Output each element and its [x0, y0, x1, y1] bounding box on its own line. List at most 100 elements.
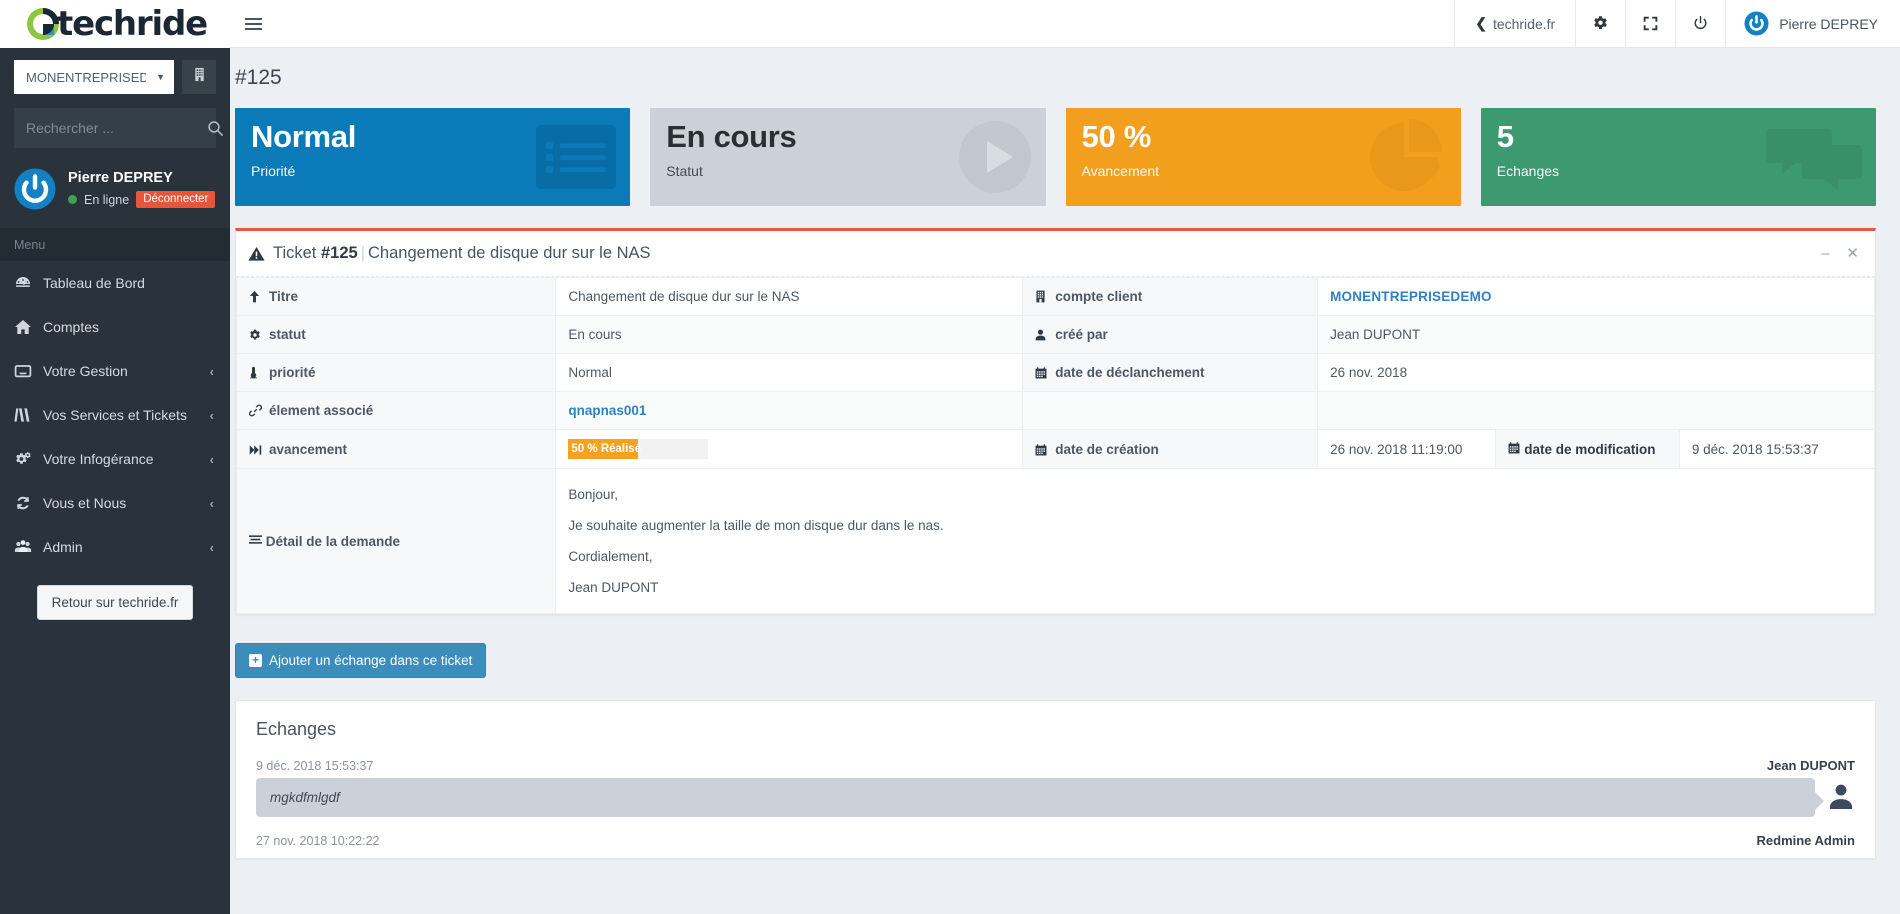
row-label-cree-par: créé par [1022, 315, 1319, 354]
sidebar-item-label: Admin [43, 539, 83, 555]
comments-icon [1766, 123, 1862, 191]
fullscreen-button[interactable] [1625, 0, 1675, 47]
refresh-icon [14, 494, 32, 512]
row-label-text: date de création [1055, 441, 1159, 457]
exchange-item: 9 déc. 2018 15:53:37 Jean DUPONT mgkdfml… [256, 758, 1855, 817]
row-label-avancement: avancement [235, 429, 557, 469]
services-icon [14, 406, 32, 424]
add-exchange-button[interactable]: + Ajouter un échange dans ce ticket [235, 643, 487, 678]
card-echanges[interactable]: 5 Echanges [1480, 108, 1876, 206]
exchange-author: Redmine Admin [1756, 833, 1855, 848]
row-value-element-associe: qnapnas001 [555, 391, 1024, 430]
sidebar-item-label: Comptes [43, 319, 100, 335]
row-creation-modification: 26 nov. 2018 11:19:00 date de modificati… [1317, 429, 1875, 469]
sidebar-item-comptes[interactable]: Comptes [0, 305, 230, 349]
row-label-text: Détail de la demande [265, 533, 401, 549]
account-building-button[interactable] [182, 60, 216, 94]
top-bar: techride ❮ techride.fr Pierre DEPREY [0, 0, 1900, 48]
row-label-statut: statut [235, 315, 557, 354]
home-icon [14, 318, 32, 336]
row-label-text: compte client [1055, 289, 1143, 304]
building-icon [192, 67, 207, 87]
account-select-value: MONENTREPRISEDEMO [26, 69, 146, 85]
sidebar-item-vous-et-nous[interactable]: Vous et Nous ‹ [0, 481, 230, 525]
row-value-date-declanchement: 26 nov. 2018 [1317, 353, 1875, 392]
minimize-icon[interactable]: – [1821, 246, 1829, 261]
online-status-dot [68, 195, 77, 204]
inbox-icon [14, 362, 32, 380]
exchange-item-partial: 27 nov. 2018 10:22:22 Redmine Admin [256, 833, 1855, 848]
row-value-priorite: Normal [555, 353, 1024, 392]
sidebar-item-chevron: ‹ [209, 363, 214, 379]
expand-icon [1642, 15, 1659, 32]
brand-logo[interactable]: techride [0, 0, 230, 48]
sidebar-item-admin[interactable]: Admin ‹ [0, 525, 230, 569]
chevron-down-icon: ▼ [156, 72, 165, 82]
detail-line: Jean DUPONT [568, 580, 659, 595]
calendar-icon [1035, 443, 1050, 456]
sidebar-item-votre-infogerance[interactable]: Votre Infogérance ‹ [0, 437, 230, 481]
compte-client-link[interactable]: MONENTREPRISEDEMO [1330, 289, 1492, 304]
main-content: #125 Normal Priorité En cours Statut 50 … [230, 48, 1900, 914]
ticket-id: #125 [321, 244, 358, 262]
search-icon[interactable] [207, 120, 224, 137]
row-label-text: élement associé [269, 403, 374, 418]
gear-icon [249, 329, 264, 341]
search-input[interactable] [26, 120, 207, 136]
row-value-detail-demande: Bonjour, Je souhaite augmenter la taille … [555, 468, 1875, 614]
user-power-logo-icon [1744, 11, 1769, 36]
sidebar-item-votre-gestion[interactable]: Votre Gestion ‹ [0, 349, 230, 393]
progress-bar-fill: 50 % Réalisé [568, 439, 641, 459]
sidebar-item-tableau-de-bord[interactable]: Tableau de Bord [0, 261, 230, 305]
sidebar-item-label: Vos Services et Tickets [43, 407, 187, 423]
row-value-compte-client: MONENTREPRISEDEMO [1317, 277, 1875, 316]
account-select[interactable]: MONENTREPRISEDEMO ▼ [14, 60, 174, 94]
table-row: élement associé qnapnas001 [235, 391, 1875, 430]
card-priorite[interactable]: Normal Priorité [235, 108, 631, 206]
ticket-prefix: Ticket [273, 244, 317, 262]
arrow-up-icon [249, 290, 264, 303]
back-to-techride-button[interactable]: Retour sur techride.fr [36, 585, 194, 620]
element-associe-link[interactable]: qnapnas001 [568, 403, 646, 418]
row-label-text: avancement [269, 441, 348, 457]
user-menu[interactable]: Pierre DEPREY [1725, 0, 1900, 47]
ticket-subject: Changement de disque dur sur le NAS [368, 244, 651, 262]
forward-icon [249, 444, 264, 456]
row-empty-cell [1317, 391, 1875, 430]
sidebar-item-vos-services-et-tickets[interactable]: Vos Services et Tickets ‹ [0, 393, 230, 437]
users-icon [14, 538, 32, 556]
sidebar: MONENTREPRISEDEMO ▼ [0, 48, 230, 914]
building-icon [1035, 290, 1050, 303]
hamburger-icon[interactable] [230, 0, 276, 47]
ticket-panel-title: Ticket #125 | Changement de disque dur sur… [273, 244, 651, 262]
exchange-message: mgkdfmlgdf [256, 778, 1824, 817]
search-container [14, 108, 223, 148]
row-label-date-modification: date de modification [1495, 430, 1680, 468]
ticket-panel-header: Ticket #125 | Changement de disque dur sur… [236, 231, 1875, 277]
play-circle-icon [958, 120, 1032, 194]
row-label-text: priorité [269, 365, 316, 380]
logout-button[interactable]: Déconnecter [136, 191, 216, 208]
settings-button[interactable] [1575, 0, 1625, 47]
power-button[interactable] [1675, 0, 1725, 47]
ticket-panel: Ticket #125 | Changement de disque dur sur… [235, 228, 1876, 615]
sidebar-footer: Retour sur techride.fr [0, 569, 230, 620]
stat-cards: Normal Priorité En cours Statut 50 % Ava… [230, 90, 1900, 206]
table-row: statut En cours créé par Jean DUPONT [235, 315, 1875, 354]
row-label-compte-client: compte client [1022, 277, 1319, 316]
close-icon[interactable]: ✕ [1846, 246, 1859, 261]
card-avancement[interactable]: 50 % Avancement [1065, 108, 1461, 206]
page-title: #125 [235, 66, 282, 89]
detail-line: Cordialement, [568, 549, 653, 564]
back-to-site-link[interactable]: ❮ techride.fr [1454, 0, 1575, 47]
row-label-text: créé par [1055, 327, 1108, 342]
card-statut[interactable]: En cours Statut [650, 108, 1046, 206]
row-value-cree-par: Jean DUPONT [1317, 315, 1875, 354]
calendar-icon [1035, 367, 1050, 379]
row-label-detail-demande: Détail de la demande [235, 468, 557, 614]
exchange-date: 9 déc. 2018 15:53:37 [256, 759, 374, 773]
sidebar-item-chevron: ‹ [209, 451, 214, 467]
cogs-icon [14, 450, 32, 468]
brand-name: techride [57, 4, 208, 44]
